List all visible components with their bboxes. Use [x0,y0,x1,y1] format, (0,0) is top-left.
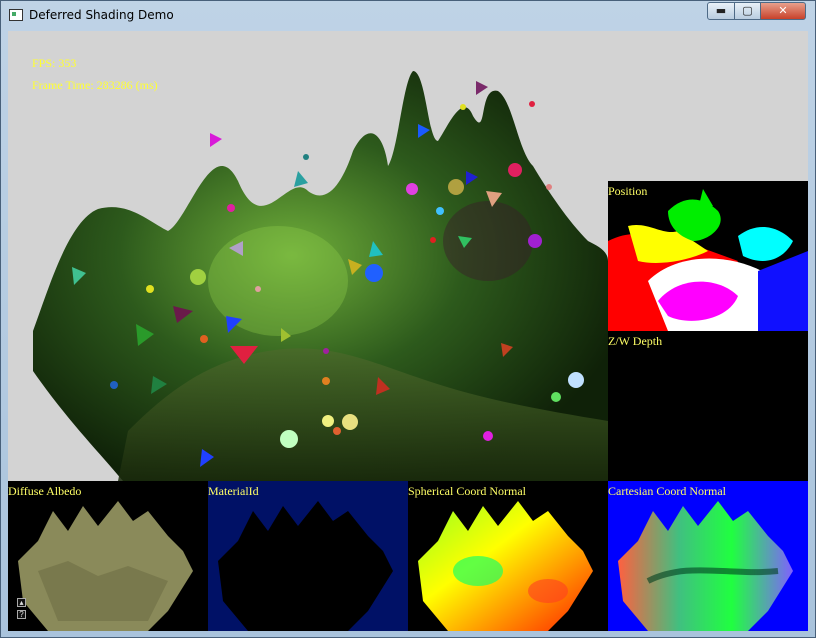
light-sphere [322,415,334,427]
cartesian-normal-panel: Cartesian Coord Normal [608,481,808,631]
close-icon: ✕ [778,4,788,17]
material-buffer-label: MaterialId [208,484,259,498]
light-sphere [227,204,235,212]
light-sphere [528,234,542,248]
light-marker [294,171,308,187]
light-sphere [483,431,493,441]
spherical-patch [528,579,568,603]
position-buffer-label: Position [608,184,648,198]
light-sphere [190,269,206,285]
light-sphere [430,237,436,243]
maximize-button[interactable]: ▢ [734,2,761,20]
spherical-normal-panel: Spherical Coord Normal [408,481,608,631]
light-marker [210,133,222,147]
spherical-terrain [418,501,593,631]
light-sphere [448,179,464,195]
light-sphere [323,348,329,354]
window-title: Deferred Shading Demo [29,8,174,22]
position-buffer-panel: Position [608,181,808,331]
light-sphere [303,154,309,160]
light-sphere [460,104,466,110]
albedo-buffer-label: Diffuse Albedo [8,484,82,498]
light-sphere [406,183,418,195]
minimize-button[interactable]: ▬ [707,2,735,20]
light-sphere [551,392,561,402]
albedo-buffer-panel: Diffuse Albedo ▴ ? [8,481,208,631]
light-sphere [546,184,552,190]
cartesian-normal-label: Cartesian Coord Normal [608,484,726,498]
light-sphere [342,414,358,430]
light-marker [476,81,488,95]
depth-buffer-panel: Z/W Depth [608,331,808,481]
light-sphere [322,377,330,385]
spherical-normal-label: Spherical Coord Normal [408,484,526,498]
close-button[interactable]: ✕ [760,2,806,20]
light-sphere [508,163,522,177]
title-bar[interactable]: Deferred Shading Demo ▬ ▢ ✕ [1,1,815,31]
material-buffer-panel: MaterialId [208,481,408,631]
cartesian-terrain [618,501,793,631]
light-sphere [200,335,208,343]
albedo-buffer-image [18,501,193,631]
light-sphere [280,430,298,448]
maximize-icon: ▢ [742,4,753,17]
app-window: Deferred Shading Demo ▬ ▢ ✕ FPS: 353 Fra… [0,0,816,638]
spherical-normal-image [418,501,593,631]
terrain-shadow [443,201,533,281]
cartesian-normal-image [618,501,793,631]
light-sphere [110,381,118,389]
light-sphere [333,427,341,435]
light-sphere [146,285,154,293]
light-sphere [529,101,535,107]
hud-frame-time: Frame Time: 283286 (ms) [32,78,158,92]
spherical-patch [453,556,503,586]
position-buffer-image [608,181,808,331]
help-button[interactable]: ? [17,610,26,619]
hud-fps: FPS: 353 [32,56,76,70]
light-sphere [568,372,584,388]
render-viewport[interactable]: FPS: 353 Frame Time: 283286 (ms) Positio… [8,31,808,631]
material-terrain [218,501,393,631]
depth-buffer-label: Z/W Depth [608,334,663,348]
light-sphere [436,207,444,215]
material-buffer-image [218,501,393,631]
app-window-icon[interactable] [9,9,23,21]
scroll-up-button[interactable]: ▴ [17,598,26,607]
minimize-icon: ▬ [715,4,727,17]
light-sphere [365,264,383,282]
light-sphere [255,286,261,292]
